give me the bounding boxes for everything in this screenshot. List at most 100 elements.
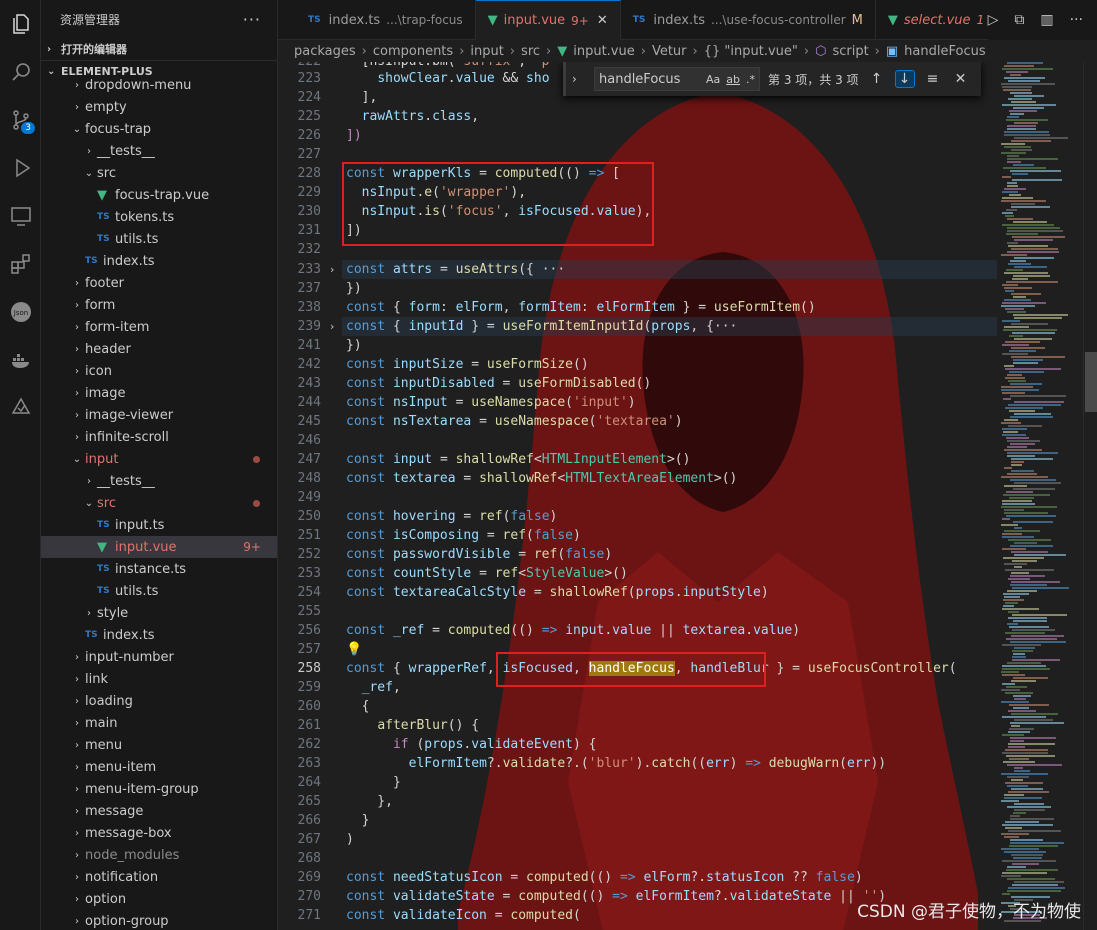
minimap-line (1007, 590, 1037, 592)
docker-icon[interactable] (0, 336, 41, 384)
tree-folder[interactable]: ⌄ input (41, 448, 277, 470)
run-icon[interactable]: ▷ (988, 12, 999, 28)
crumb[interactable]: components (373, 44, 453, 59)
minimap-line (1004, 326, 1029, 328)
line-number: 243 (297, 376, 321, 391)
tree-folder[interactable]: › image (41, 382, 277, 404)
more-icon[interactable]: ··· (1070, 12, 1083, 28)
previous-match-icon[interactable]: ↑ (867, 71, 887, 87)
next-match-icon[interactable]: ↓ (894, 70, 915, 88)
minimap[interactable] (997, 62, 1083, 930)
tree-file[interactable]: TS utils.ts (41, 228, 277, 250)
tree-file[interactable]: TS input.ts (41, 514, 277, 536)
tree-file[interactable]: TS index.ts (41, 250, 277, 272)
tree-item-label: option (85, 891, 127, 907)
tree-item-label: input-number (85, 649, 174, 665)
source-control-icon[interactable]: 3 (0, 96, 41, 144)
tree-folder[interactable]: › __tests__ (41, 470, 277, 492)
tab-select-vue[interactable]: ▼ select.vue 1 (876, 0, 998, 40)
more-actions-icon[interactable]: ··· (243, 10, 261, 29)
close-icon[interactable]: ✕ (951, 71, 971, 87)
tree-folder[interactable]: › input-number (41, 646, 277, 668)
split-editor-icon[interactable]: ▥ (1040, 12, 1053, 28)
tree-folder[interactable]: › menu-item (41, 756, 277, 778)
tree-folder[interactable]: ⌄ focus-trap (41, 118, 277, 140)
minimap-line (1007, 440, 1040, 442)
minimap-line (1010, 395, 1066, 397)
tab-focus-controller-index[interactable]: TS index.ts ...\use-focus-controller M (621, 0, 876, 40)
tree-folder[interactable]: › icon (41, 360, 277, 382)
match-whole-word-icon[interactable]: ab (726, 73, 740, 86)
line-number: 259 (297, 680, 321, 695)
crumb[interactable]: input.vue (573, 44, 635, 59)
tree-file[interactable]: TS instance.ts (41, 558, 277, 580)
run-debug-icon[interactable] (0, 144, 41, 192)
crumb[interactable]: script (832, 44, 868, 59)
vitest-icon[interactable] (0, 384, 41, 432)
search-icon[interactable] (0, 48, 41, 96)
tree-folder[interactable]: › menu (41, 734, 277, 756)
tree-folder[interactable]: › node_modules (41, 844, 277, 866)
tab-trap-focus-index[interactable]: TS index.ts ...\trap-focus (278, 0, 476, 40)
tree-folder[interactable]: › loading (41, 690, 277, 712)
tree-folder[interactable]: › form-item (41, 316, 277, 338)
tree-folder[interactable]: › style (41, 602, 277, 624)
tab-input-vue[interactable]: ▼ input.vue 9+ ✕ (475, 0, 621, 40)
tree-folder[interactable]: › option-group (41, 910, 277, 930)
close-icon[interactable]: ✕ (597, 13, 608, 28)
tree-folder[interactable]: › form (41, 294, 277, 316)
tree-item-label: focus-trap.vue (115, 187, 210, 203)
tree-folder[interactable]: › message-box (41, 822, 277, 844)
open-editors-section[interactable]: › 打开的编辑器 (41, 38, 277, 60)
find-in-selection-icon[interactable]: ≡ (923, 71, 943, 87)
tree-folder[interactable]: › menu-item-group (41, 778, 277, 800)
tree-folder[interactable]: › image-viewer (41, 404, 277, 426)
tree-folder[interactable]: › message (41, 800, 277, 822)
tree-folder[interactable]: › dropdown-menu (41, 74, 277, 96)
minimap-line (1014, 239, 1053, 241)
crumb[interactable]: src (521, 44, 540, 59)
tree-file[interactable]: ▼ input.vue 9+ (41, 536, 277, 558)
find-input[interactable]: handleFocus Aa ab .* (594, 67, 760, 91)
tree-folder[interactable]: › empty (41, 96, 277, 118)
json-icon[interactable]: Json (0, 288, 41, 336)
fold-chevron-icon[interactable]: › (330, 317, 334, 336)
tree-folder[interactable]: › link (41, 668, 277, 690)
crumb[interactable]: handleFocus (904, 44, 985, 59)
tree-folder[interactable]: › notification (41, 866, 277, 888)
explorer-icon[interactable] (0, 0, 41, 48)
tree-folder[interactable]: ⌄ src (41, 492, 277, 514)
code-editor[interactable]: 2222232242252262272282292302312322332372… (278, 62, 1097, 930)
tab-description: ...\use-focus-controller (710, 13, 846, 27)
minimap-line (1010, 740, 1024, 742)
match-case-icon[interactable]: Aa (706, 73, 720, 86)
tree-folder[interactable]: › __tests__ (41, 140, 277, 162)
vertical-scrollbar[interactable] (1083, 62, 1097, 930)
tree-folder[interactable]: › infinite-scroll (41, 426, 277, 448)
crumb[interactable]: Vetur (652, 44, 687, 59)
tree-folder[interactable]: › footer (41, 272, 277, 294)
tree-folder[interactable]: › main (41, 712, 277, 734)
crumb[interactable]: packages (294, 44, 356, 59)
crumb[interactable]: input (470, 44, 503, 59)
open-preview-icon[interactable]: ⧉ (1014, 12, 1024, 28)
tree-folder[interactable]: › option (41, 888, 277, 910)
toggle-replace-icon[interactable]: › (572, 72, 586, 86)
crumb[interactable]: {} "input.vue" (704, 44, 798, 59)
tree-file[interactable]: ▼ focus-trap.vue (41, 184, 277, 206)
tree-file[interactable]: TS utils.ts (41, 580, 277, 602)
scrollbar-thumb[interactable] (1085, 352, 1097, 412)
use-regex-icon[interactable]: .* (746, 73, 755, 86)
chevron-right-icon: › (75, 849, 79, 861)
tree-file[interactable]: TS tokens.ts (41, 206, 277, 228)
remote-explorer-icon[interactable] (0, 192, 41, 240)
minimap-line (1014, 266, 1047, 268)
minimap-line (1010, 260, 1026, 262)
minimap-line (1001, 143, 1025, 145)
fold-chevron-icon[interactable]: › (330, 260, 334, 279)
tree-folder[interactable]: › header (41, 338, 277, 360)
extensions-icon[interactable] (0, 240, 41, 288)
tree-item-label: index.ts (103, 627, 155, 643)
tree-file[interactable]: TS index.ts (41, 624, 277, 646)
tree-folder[interactable]: ⌄ src (41, 162, 277, 184)
